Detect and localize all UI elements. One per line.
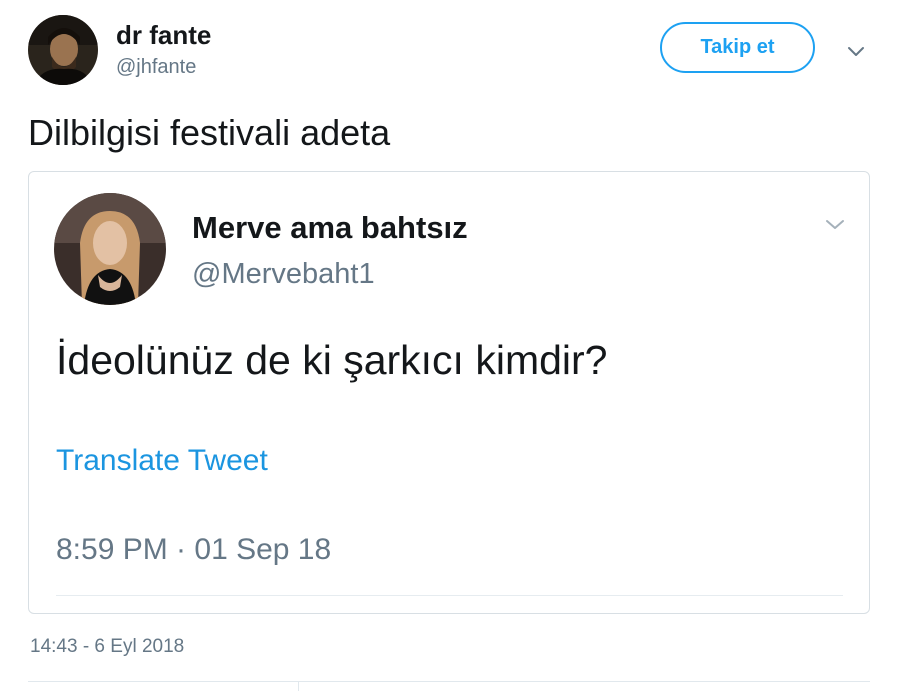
quoted-author-name[interactable]: Merve ama bahtsız xyxy=(192,210,468,246)
quoted-tweet-timestamp[interactable]: 8:59 PM · 01 Sep 18 xyxy=(56,533,331,567)
quoted-author-handle[interactable]: @Mervebaht1 xyxy=(192,258,375,291)
author-name[interactable]: dr fante xyxy=(116,20,211,51)
tweet-timestamp[interactable]: 14:43 - 6 Eyl 2018 xyxy=(30,636,184,658)
author-avatar[interactable] xyxy=(28,15,98,85)
tweet-text: Dilbilgisi festivali adeta xyxy=(28,112,391,153)
divider xyxy=(298,681,299,691)
quoted-tweet-text: İdeolünüz de ki şarkıcı kimdir? xyxy=(56,337,608,383)
chevron-down-icon[interactable] xyxy=(844,39,868,63)
translate-tweet-link[interactable]: Translate Tweet xyxy=(56,444,268,478)
divider xyxy=(56,595,843,596)
quoted-tweet-card[interactable]: Merve ama bahtsız @Mervebaht1 İdeolünüz … xyxy=(28,171,870,614)
follow-button[interactable]: Takip et xyxy=(660,22,815,73)
portrait-avatar-icon xyxy=(28,15,98,85)
portrait-avatar-icon xyxy=(54,193,166,305)
author-handle[interactable]: @jhfante xyxy=(116,56,196,79)
chevron-down-icon[interactable] xyxy=(823,212,847,236)
quoted-author-avatar[interactable] xyxy=(54,193,166,305)
divider xyxy=(28,681,870,682)
